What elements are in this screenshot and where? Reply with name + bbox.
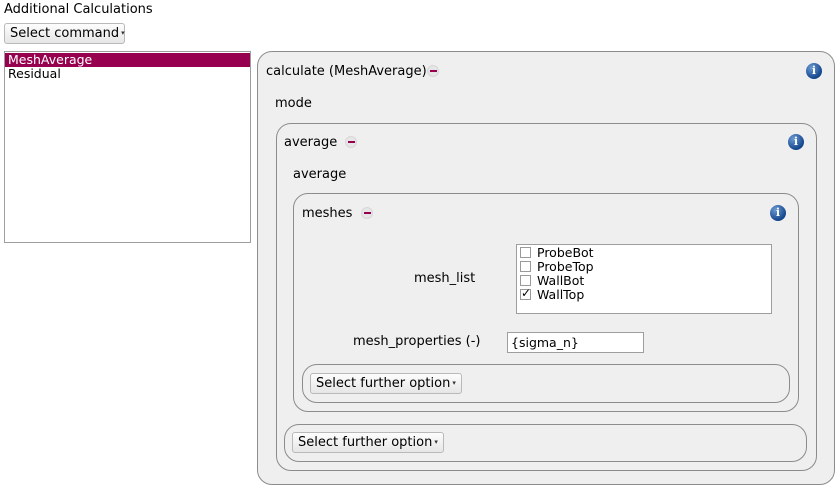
select-further-option-dropdown[interactable]: Select further option ▾ [292, 432, 444, 453]
remove-calculate-icon[interactable] [427, 65, 439, 77]
select-command-dropdown[interactable]: Select command ▾ [4, 23, 125, 44]
mesh-list[interactable]: ProbeBot ProbeTop WallBot WallTop [516, 244, 772, 314]
chevron-down-icon: ▾ [434, 438, 438, 446]
meshes-panel-title: meshes [302, 206, 353, 221]
mode-label: mode [275, 96, 312, 111]
info-icon[interactable]: i [788, 134, 804, 150]
info-icon[interactable]: i [806, 63, 822, 79]
page-title: Additional Calculations [4, 2, 153, 17]
average-panel-title: average [284, 135, 338, 150]
mesh-list-item[interactable]: WallTop [520, 286, 584, 302]
mesh-properties-input[interactable]: {sigma_n} [507, 332, 644, 353]
calculate-panel-title: calculate (MeshAverage) [266, 64, 427, 79]
mesh-list-label: mesh_list [414, 271, 476, 286]
info-icon[interactable]: i [770, 205, 786, 221]
select-command-label: Select command [10, 26, 120, 41]
chevron-down-icon: ▾ [121, 29, 125, 37]
checkbox[interactable] [520, 261, 531, 272]
remove-meshes-icon[interactable] [361, 207, 373, 219]
select-further-option-label: Select further option [298, 435, 433, 450]
select-further-option-dropdown[interactable]: Select further option ▾ [310, 373, 462, 394]
average-label: average [293, 167, 347, 182]
mesh-list-item[interactable]: ProbeBot [520, 246, 594, 260]
checkbox[interactable] [520, 247, 531, 258]
mesh-properties-label: mesh_properties (-) [353, 334, 481, 349]
select-further-option-label: Select further option [316, 376, 451, 391]
list-item-residual[interactable]: Residual [5, 67, 250, 81]
remove-average-icon[interactable] [345, 136, 357, 148]
checkbox[interactable] [520, 275, 531, 286]
list-item-meshaverage[interactable]: MeshAverage [5, 53, 250, 67]
command-list[interactable]: MeshAverage Residual [4, 51, 251, 243]
mesh-list-item[interactable]: ProbeTop [520, 260, 594, 274]
checkbox-checked[interactable] [520, 286, 531, 300]
chevron-down-icon: ▾ [452, 379, 456, 387]
